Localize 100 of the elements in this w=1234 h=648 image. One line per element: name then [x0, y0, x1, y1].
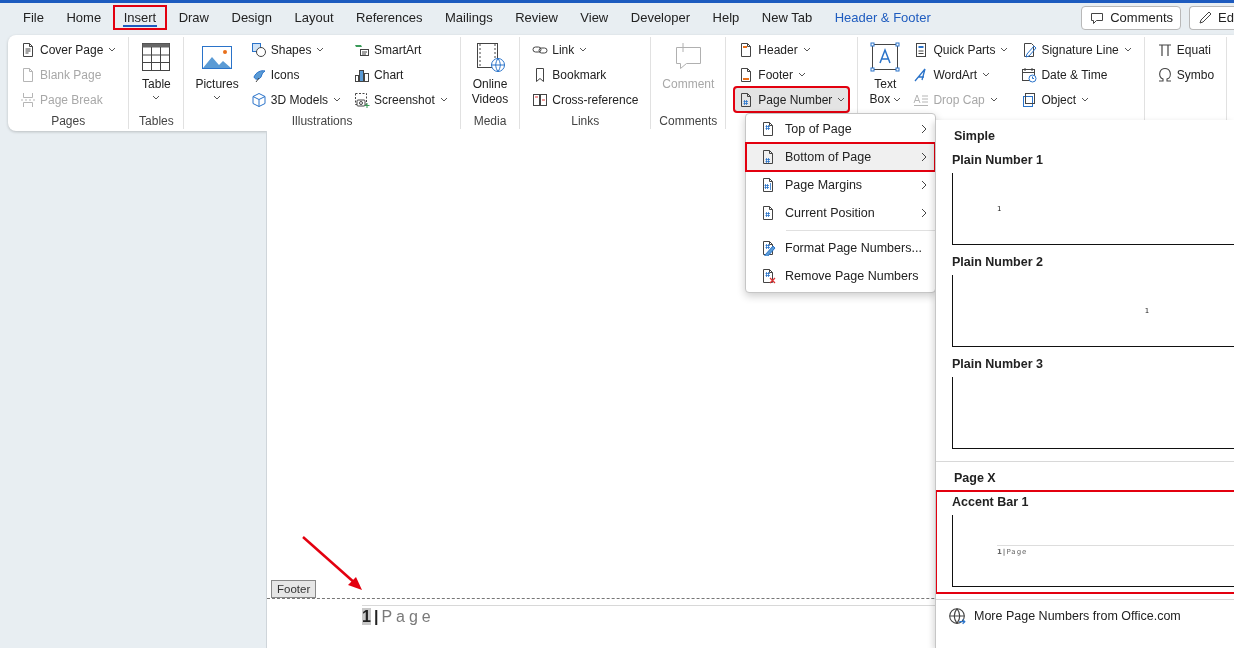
ribbon-button[interactable]: Cross-reference [528, 87, 643, 112]
caret-icon [1081, 97, 1090, 102]
group-label: Illustrations [290, 114, 354, 129]
ribbon-button[interactable]: Date & Time [1017, 62, 1136, 87]
ribbon-tab[interactable]: Design [221, 6, 282, 29]
caret-icon [893, 97, 902, 102]
object-icon [1021, 91, 1038, 108]
ribbon-button[interactable]: Symbo [1152, 62, 1219, 87]
ribbon-button[interactable]: Chart [350, 62, 452, 87]
gallery-link[interactable]: More Page Numbers from Office.com [936, 600, 1234, 625]
chevron-right-icon [921, 180, 927, 190]
ribbon-tab[interactable]: Developer [620, 6, 701, 29]
gallery-item[interactable]: Plain Number 3 [936, 353, 1234, 455]
footer-tag: Footer [271, 580, 317, 598]
calendar-icon [1021, 66, 1038, 83]
pi-icon [1156, 41, 1173, 58]
ribbon-button[interactable]: 3D Models [246, 87, 346, 112]
ribbon-button[interactable]: Signature Line [1017, 37, 1136, 62]
chevron-right-icon [921, 152, 927, 162]
caret-icon [439, 97, 448, 102]
ribbon-button[interactable]: Pictures [192, 37, 242, 114]
menu-item[interactable]: Top of Page [746, 115, 935, 143]
caret-icon [1000, 47, 1009, 52]
page-number-icon [760, 205, 776, 221]
text-box-icon [869, 41, 902, 73]
page-number-icon [760, 149, 776, 165]
ribbon-button[interactable]: SmartArt [350, 37, 452, 62]
cross-reference-icon [532, 91, 549, 108]
caret-icon [802, 47, 811, 52]
ribbon-button[interactable]: WordArt [909, 62, 1013, 87]
ribbon-tab[interactable]: Insert [113, 6, 167, 29]
cube-icon [250, 91, 267, 108]
group-label: Comments [659, 114, 718, 129]
menu-item[interactable]: Current Position [746, 199, 935, 227]
ribbon-button[interactable]: Page Number [734, 87, 850, 112]
group-label: Tables [138, 114, 175, 129]
format-page-number-icon [760, 240, 776, 256]
caret-icon [333, 97, 342, 102]
ribbon-button[interactable]: Equati [1152, 37, 1219, 62]
page-number-icon [760, 177, 776, 193]
ribbon-button[interactable]: Footer [734, 62, 850, 87]
caret-icon [152, 95, 161, 100]
ribbon-button[interactable]: Object [1017, 87, 1136, 112]
chevron-right-icon [921, 208, 927, 218]
gallery-heading: Page X [954, 471, 996, 485]
ribbon-button[interactable]: Screenshot [350, 87, 452, 112]
ribbon-button[interactable]: Icons [246, 62, 346, 87]
caret-icon [989, 97, 998, 102]
signature-icon [1021, 41, 1038, 58]
ribbon-tab[interactable]: File [13, 6, 54, 29]
ribbon-button[interactable]: Header [734, 37, 850, 62]
remove-page-number-icon [760, 268, 776, 284]
chevron-right-icon [921, 124, 927, 134]
ribbon-tab[interactable]: Home [56, 6, 112, 29]
ribbon-button[interactable]: Link [528, 37, 643, 62]
caret-icon [213, 95, 222, 100]
table-icon [140, 41, 173, 73]
menu-item[interactable]: Bottom of Page [746, 143, 935, 171]
screenshot-icon [354, 91, 371, 108]
toolbar-button[interactable]: Comments [1081, 5, 1182, 30]
page-number-icon [760, 121, 776, 137]
ribbon-button[interactable]: Quick Parts [909, 37, 1013, 62]
ribbon-button[interactable]: Online Videos [468, 37, 512, 114]
ribbon-tab[interactable]: View [570, 6, 619, 29]
group-label: Pages [50, 114, 87, 129]
ribbon-button[interactable]: Text Box [866, 37, 905, 114]
caret-icon [798, 72, 806, 77]
ribbon-tab[interactable]: New Tab [751, 6, 823, 29]
caret-icon [316, 47, 325, 52]
ribbon-button[interactable]: Shapes [246, 37, 346, 62]
group-label: Media [472, 114, 508, 129]
document-icon [20, 41, 36, 58]
menu-item[interactable]: Remove Page Numbers [746, 262, 935, 290]
menu-item[interactable]: Page Margins [746, 171, 935, 199]
group-label: Links [570, 114, 601, 129]
ribbon-button[interactable]: Bookmark [528, 62, 643, 87]
footer-page-number: 1 | Page [362, 608, 435, 626]
ribbon-button[interactable]: Cover Page [16, 37, 121, 62]
ribbon-tab[interactable]: Review [505, 6, 568, 29]
caret-icon [837, 97, 846, 102]
menu-item[interactable]: Format Page Numbers... [746, 234, 935, 262]
ribbon-button[interactable]: Table [137, 37, 176, 114]
ribbon-tab[interactable]: Header & Footer [824, 6, 941, 29]
toolbar-button[interactable]: Ed [1189, 5, 1234, 30]
video-icon [474, 41, 507, 73]
caret-icon [579, 47, 588, 52]
page-break-icon [20, 91, 36, 108]
ribbon-tab[interactable]: Mailings [435, 6, 503, 29]
ribbon-tab[interactable]: References [346, 6, 433, 29]
caret-icon [108, 47, 117, 52]
gallery-heading: Simple [954, 129, 995, 143]
caret-icon [982, 72, 991, 77]
ribbon-tab[interactable]: Draw [168, 6, 219, 29]
shapes-icon [250, 41, 267, 58]
pencil-icon [1197, 9, 1214, 26]
ribbon-tab[interactable]: Layout [284, 6, 344, 29]
ribbon-tab[interactable]: Help [702, 6, 750, 29]
globe-icon [948, 607, 966, 625]
document-icon [20, 66, 36, 83]
caret-icon [1123, 47, 1132, 52]
